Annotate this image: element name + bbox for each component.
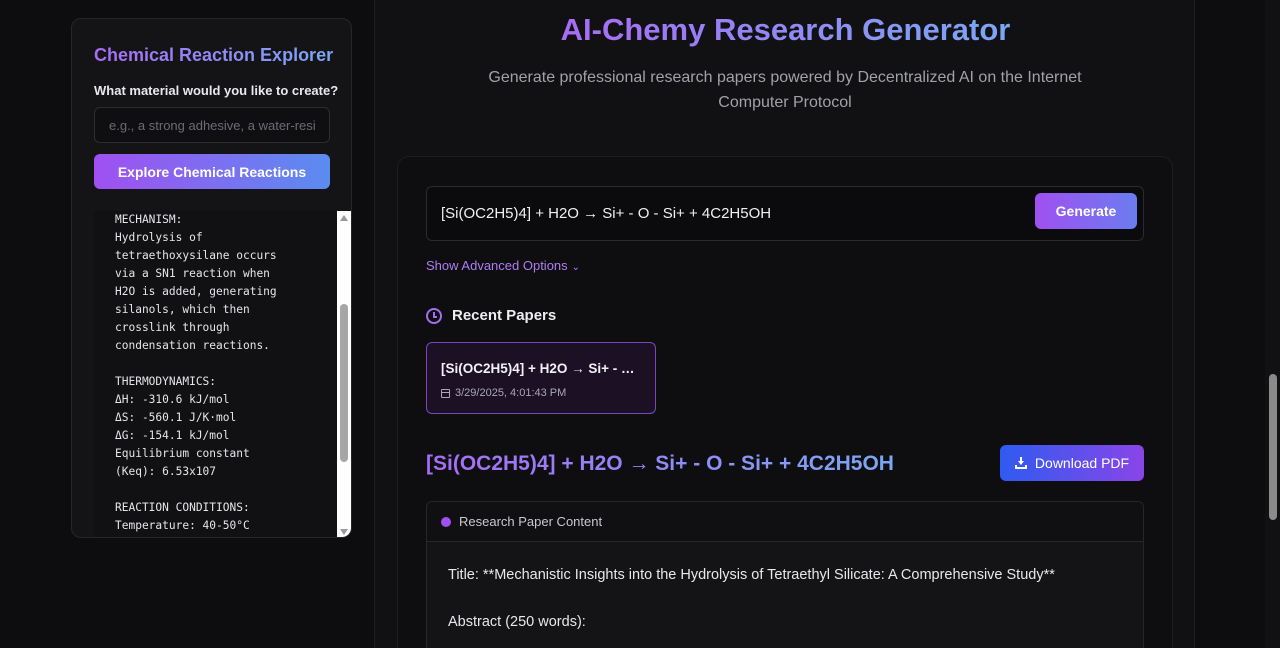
material-input[interactable] <box>94 107 330 143</box>
reaction-query-value[interactable]: [Si(OC2H5)4] + H2O → Si+ - O - Si+ + 4C2… <box>441 205 771 222</box>
generate-button[interactable]: Generate <box>1035 193 1137 229</box>
download-pdf-button[interactable]: Download PDF <box>1000 445 1144 481</box>
recent-paper-title: [Si(OC2H5)4] + H2O → Si+ - O - Si+ + 4C2… <box>441 361 643 376</box>
paper-line: Title: **Mechanistic Insights into the H… <box>448 567 1055 583</box>
main-column: AI-Chemy Research Generator Generate pro… <box>374 0 1195 648</box>
paper-title: [Si(OC2H5)4] + H2O → Si+ - O - Si+ + 4C2… <box>426 452 894 476</box>
page-scroll-thumb[interactable] <box>1269 374 1277 520</box>
reaction-query-field[interactable]: [Si(OC2H5)4] + H2O → Si+ - O - Si+ + 4C2… <box>426 186 1144 241</box>
calendar-icon <box>441 388 450 398</box>
recent-paper-date: 3/29/2025, 4:01:43 PM <box>441 387 566 399</box>
recent-papers-heading: Recent Papers <box>452 307 557 324</box>
explore-reactions-button[interactable]: Explore Chemical Reactions <box>94 154 330 189</box>
page-title-text: AI-Chemy Research Generator <box>560 12 1011 47</box>
status-dot-icon <box>441 516 451 527</box>
recent-papers-header: Recent Papers <box>426 307 556 324</box>
chevron-down-icon: ⌄ <box>571 262 581 273</box>
page-title: AI-Chemy Research Generator <box>375 12 1196 48</box>
download-pdf-label: Download PDF <box>1034 455 1130 471</box>
reaction-explorer-card: Chemical Reaction Explorer What material… <box>71 18 352 538</box>
paper-content-box: Research Paper Content Title: **Mechanis… <box>426 501 1144 648</box>
scroll-thumb[interactable] <box>340 304 348 462</box>
recent-paper-card[interactable]: [Si(OC2H5)4] + H2O → Si+ - O - Si+ + 4C2… <box>426 342 656 414</box>
scroll-up-icon[interactable] <box>340 215 348 221</box>
scroll-down-icon[interactable] <box>340 529 348 535</box>
generator-panel: [Si(OC2H5)4] + H2O → Si+ - O - Si+ + 4C2… <box>397 156 1173 648</box>
paper-content-header-label: Research Paper Content <box>459 514 603 529</box>
paper-content-header: Research Paper Content <box>427 502 1143 542</box>
paper-line: Abstract (250 words): <box>448 614 586 630</box>
page-scrollbar[interactable] <box>1265 0 1280 648</box>
advanced-options-toggle[interactable]: Show Advanced Options ⌄ <box>426 258 580 273</box>
material-prompt-label: What material would you like to create? <box>94 83 339 98</box>
advanced-options-label: Show Advanced Options <box>426 258 568 273</box>
paper-title-text: [Si(OC2H5)4] + H2O → Si+ - O - Si+ + 4C2… <box>426 452 894 475</box>
download-icon <box>1014 457 1027 469</box>
mechanism-output: MECHANISM: Hydrolysis of tetraethoxysila… <box>94 211 351 537</box>
explorer-title: Chemical Reaction Explorer <box>94 45 334 65</box>
clock-icon <box>426 307 442 324</box>
mechanism-scrollbar[interactable] <box>337 211 351 537</box>
recent-paper-date-text: 3/29/2025, 4:01:43 PM <box>455 387 567 399</box>
mechanism-text: MECHANISM: Hydrolysis of tetraethoxysila… <box>115 213 277 532</box>
page-subtitle: Generate professional research papers po… <box>488 69 1082 111</box>
